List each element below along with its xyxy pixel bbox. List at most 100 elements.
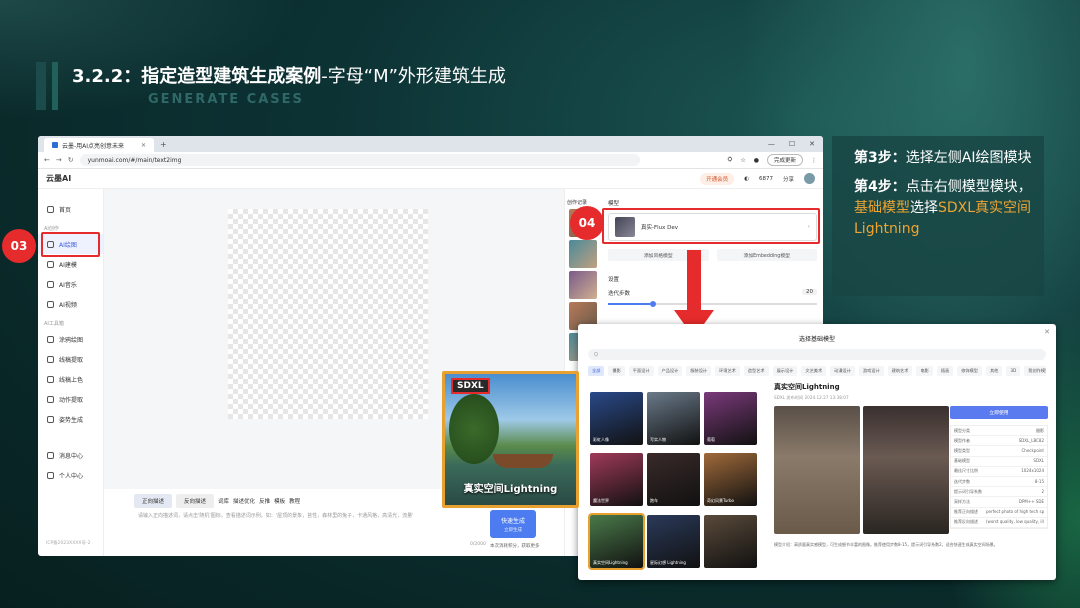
close-window-icon[interactable]: ✕ [809,140,815,148]
tab-close-icon[interactable]: ✕ [141,142,146,149]
sidebar-item-ai-model[interactable]: AI建模 [38,254,103,274]
sidebar-item-pose-gen[interactable]: 姿势生成 [38,409,103,429]
model-card-label: 真实空间Lightning [593,559,628,565]
category-tab[interactable]: 造型艺术 [743,366,769,376]
model-card[interactable] [704,514,757,568]
steps-value[interactable]: 20 [802,289,817,295]
url-input[interactable]: yunmoai.com/#/main/text2img [79,154,640,166]
category-tab[interactable]: 游戏设计 [858,366,884,376]
category-tab[interactable]: 平面设计 [628,366,654,376]
close-icon[interactable]: ✕ [1044,328,1050,336]
sidebar-item-pose-extract[interactable]: 动作提取 [38,389,103,409]
app-header: 云墨AI 开通会员 ◐ 6877 分享 [38,169,823,189]
category-tab[interactable]: 产品设计 [657,366,683,376]
category-tab[interactable]: 我创作模型与保存模型 [1024,366,1046,376]
browser-tab[interactable]: 云墨-用AI点亮创意未来 ✕ [44,138,154,152]
translate-icon[interactable]: ⛭ [728,156,733,164]
category-tab[interactable]: 全部 [588,366,605,376]
category-tab[interactable]: 动漫设计 [830,366,855,376]
model-card[interactable]: 葡萄 [704,392,757,445]
category-tab[interactable]: 建筑艺术 [887,366,913,376]
forward-icon[interactable]: → [56,156,62,164]
browser-tabbar: 云墨-用AI点亮创意未来 ✕ + — ☐ ✕ [38,136,823,152]
category-tab[interactable]: 电影 [916,366,933,376]
back-icon[interactable]: ← [44,156,50,164]
app-logo[interactable]: 云墨AI [46,173,71,184]
figure-icon [47,415,54,423]
prompt-tool-lexicon[interactable]: 词库 [218,497,229,505]
generate-cost-note: 本次消耗积分，获取更多 [490,544,540,549]
preview-image[interactable] [863,406,949,534]
sidebar-item-ai-music[interactable]: AI音乐 [38,274,103,294]
category-tab[interactable]: 展示设计 [772,366,798,376]
model-grid: 彩虹人像 写实人物 葡萄魔法世界 跑车 奇幻风景Turbo 真实空间Lightning 星际… [588,392,766,572]
generate-button[interactable]: 快速生成 立即生成 [490,510,536,538]
doodle-icon [47,335,54,343]
menu-icon[interactable]: ⋮ [811,157,817,164]
sidebar-item-messages[interactable]: 消息中心 [38,445,103,465]
model-card[interactable]: 魔法世界 [590,453,643,507]
model-card[interactable]: 彩虹人像 [590,392,643,445]
tab-title: 云墨-用AI点亮创意未来 [62,142,125,150]
preview-image[interactable] [774,406,860,534]
sidebar-item-ai-video[interactable]: AI视频 [38,294,103,314]
category-tab[interactable]: 摄影 [608,366,625,376]
sidebar-item-lineart-extract[interactable]: 线稿提取 [38,349,103,369]
sidebar-item-doodle[interactable]: 涂鸦绘图 [38,329,103,349]
points-badge[interactable]: 6877 [759,176,773,182]
avatar[interactable] [804,173,815,184]
category-tab[interactable]: 3D [1006,366,1021,376]
prompt-tool-optimize[interactable]: 描述优化 [233,497,255,505]
category-tab[interactable]: 环境艺术 [715,366,740,376]
model-card[interactable]: 星际幻想 Lightning [647,514,700,568]
profile-icon[interactable]: ● [754,157,759,164]
add-embedding-button[interactable]: 添加Embedding模型 [716,249,817,261]
theme-toggle-icon[interactable]: ◐ [744,176,749,182]
prompt-tool-tutorial[interactable]: 教程 [289,497,300,505]
category-tab[interactable]: 服装设计 [686,366,712,376]
sidebar-item-label: 消息中心 [59,452,84,460]
reload-icon[interactable]: ↻ [68,156,74,164]
history-thumb[interactable] [569,240,597,268]
tab-positive-prompt[interactable]: 正向描述 [134,494,173,508]
slider-handle[interactable] [649,301,656,307]
star-icon[interactable]: ☆ [740,157,745,164]
sidebar-item-lineart-color[interactable]: 线稿上色 [38,369,103,389]
spec-value: 1024x1024 [1021,468,1044,474]
sidebar-item-home[interactable]: 首页 [38,199,103,219]
sidebar-item-profile[interactable]: 个人中心 [38,465,103,485]
prompt-input[interactable]: 请输入正向描述词，请点击'随机'图标，查看描述词示例。如：'屋顶的景象，苔性，森… [134,508,494,548]
vip-button[interactable]: 开通会员 [700,172,735,185]
spec-key: 推荐反向描述 [954,519,978,525]
spec-key: 提示词引导系数 [954,488,982,494]
minimize-icon[interactable]: — [768,140,775,148]
category-tabs: 全部 摄影 平面设计 产品设计 服装设计 环境艺术 造型艺术 展示设计 文艺美术 动漫设计 游戏设计… [588,366,1046,376]
step4-highlight: 基础模型 [854,200,910,216]
model-search-input[interactable]: Q [588,349,1046,360]
use-model-button[interactable]: 立即使用 [950,406,1048,419]
category-tab[interactable]: 其他 [985,366,1003,376]
share-button[interactable]: 分享 [783,175,794,183]
new-tab-icon[interactable]: + [160,140,167,149]
spec-value: DPM++ SDE [1018,498,1044,504]
model-card[interactable]: 跑车 [647,453,700,507]
generate-label: 快速生成 [500,517,525,525]
category-tab[interactable]: 文艺美术 [801,366,827,376]
prompt-tool-template[interactable]: 模板 [274,497,285,505]
sidebar-item-label: 姿势生成 [59,416,84,424]
prompt-tool-reverse[interactable]: 反推 [259,497,270,505]
model-card[interactable]: 写实人物 [647,392,700,445]
prompt-toolbar: 正向描述 反向描述 词库 描述优化 反推 模板 教程 [134,494,300,508]
model-card[interactable]: 奇幻风景Turbo [704,453,757,507]
history-thumb[interactable] [569,271,597,299]
tab-negative-prompt[interactable]: 反向描述 [176,494,215,508]
update-button[interactable]: 完成更新 [766,154,803,166]
url-text: yunmoai.com/#/main/text2img [87,156,182,164]
maximize-icon[interactable]: ☐ [789,140,795,148]
category-tab[interactable]: 插画 [936,366,954,376]
spec-key: 模型分类 [954,427,970,433]
highlight-model-selector [602,208,820,244]
category-tab[interactable]: 修饰模型 [957,366,982,376]
detail-meta: SDXL 发布时间 2024.12.27 13:38:07 [774,395,849,400]
model-card[interactable]: 真实空间Lightning [588,512,645,570]
